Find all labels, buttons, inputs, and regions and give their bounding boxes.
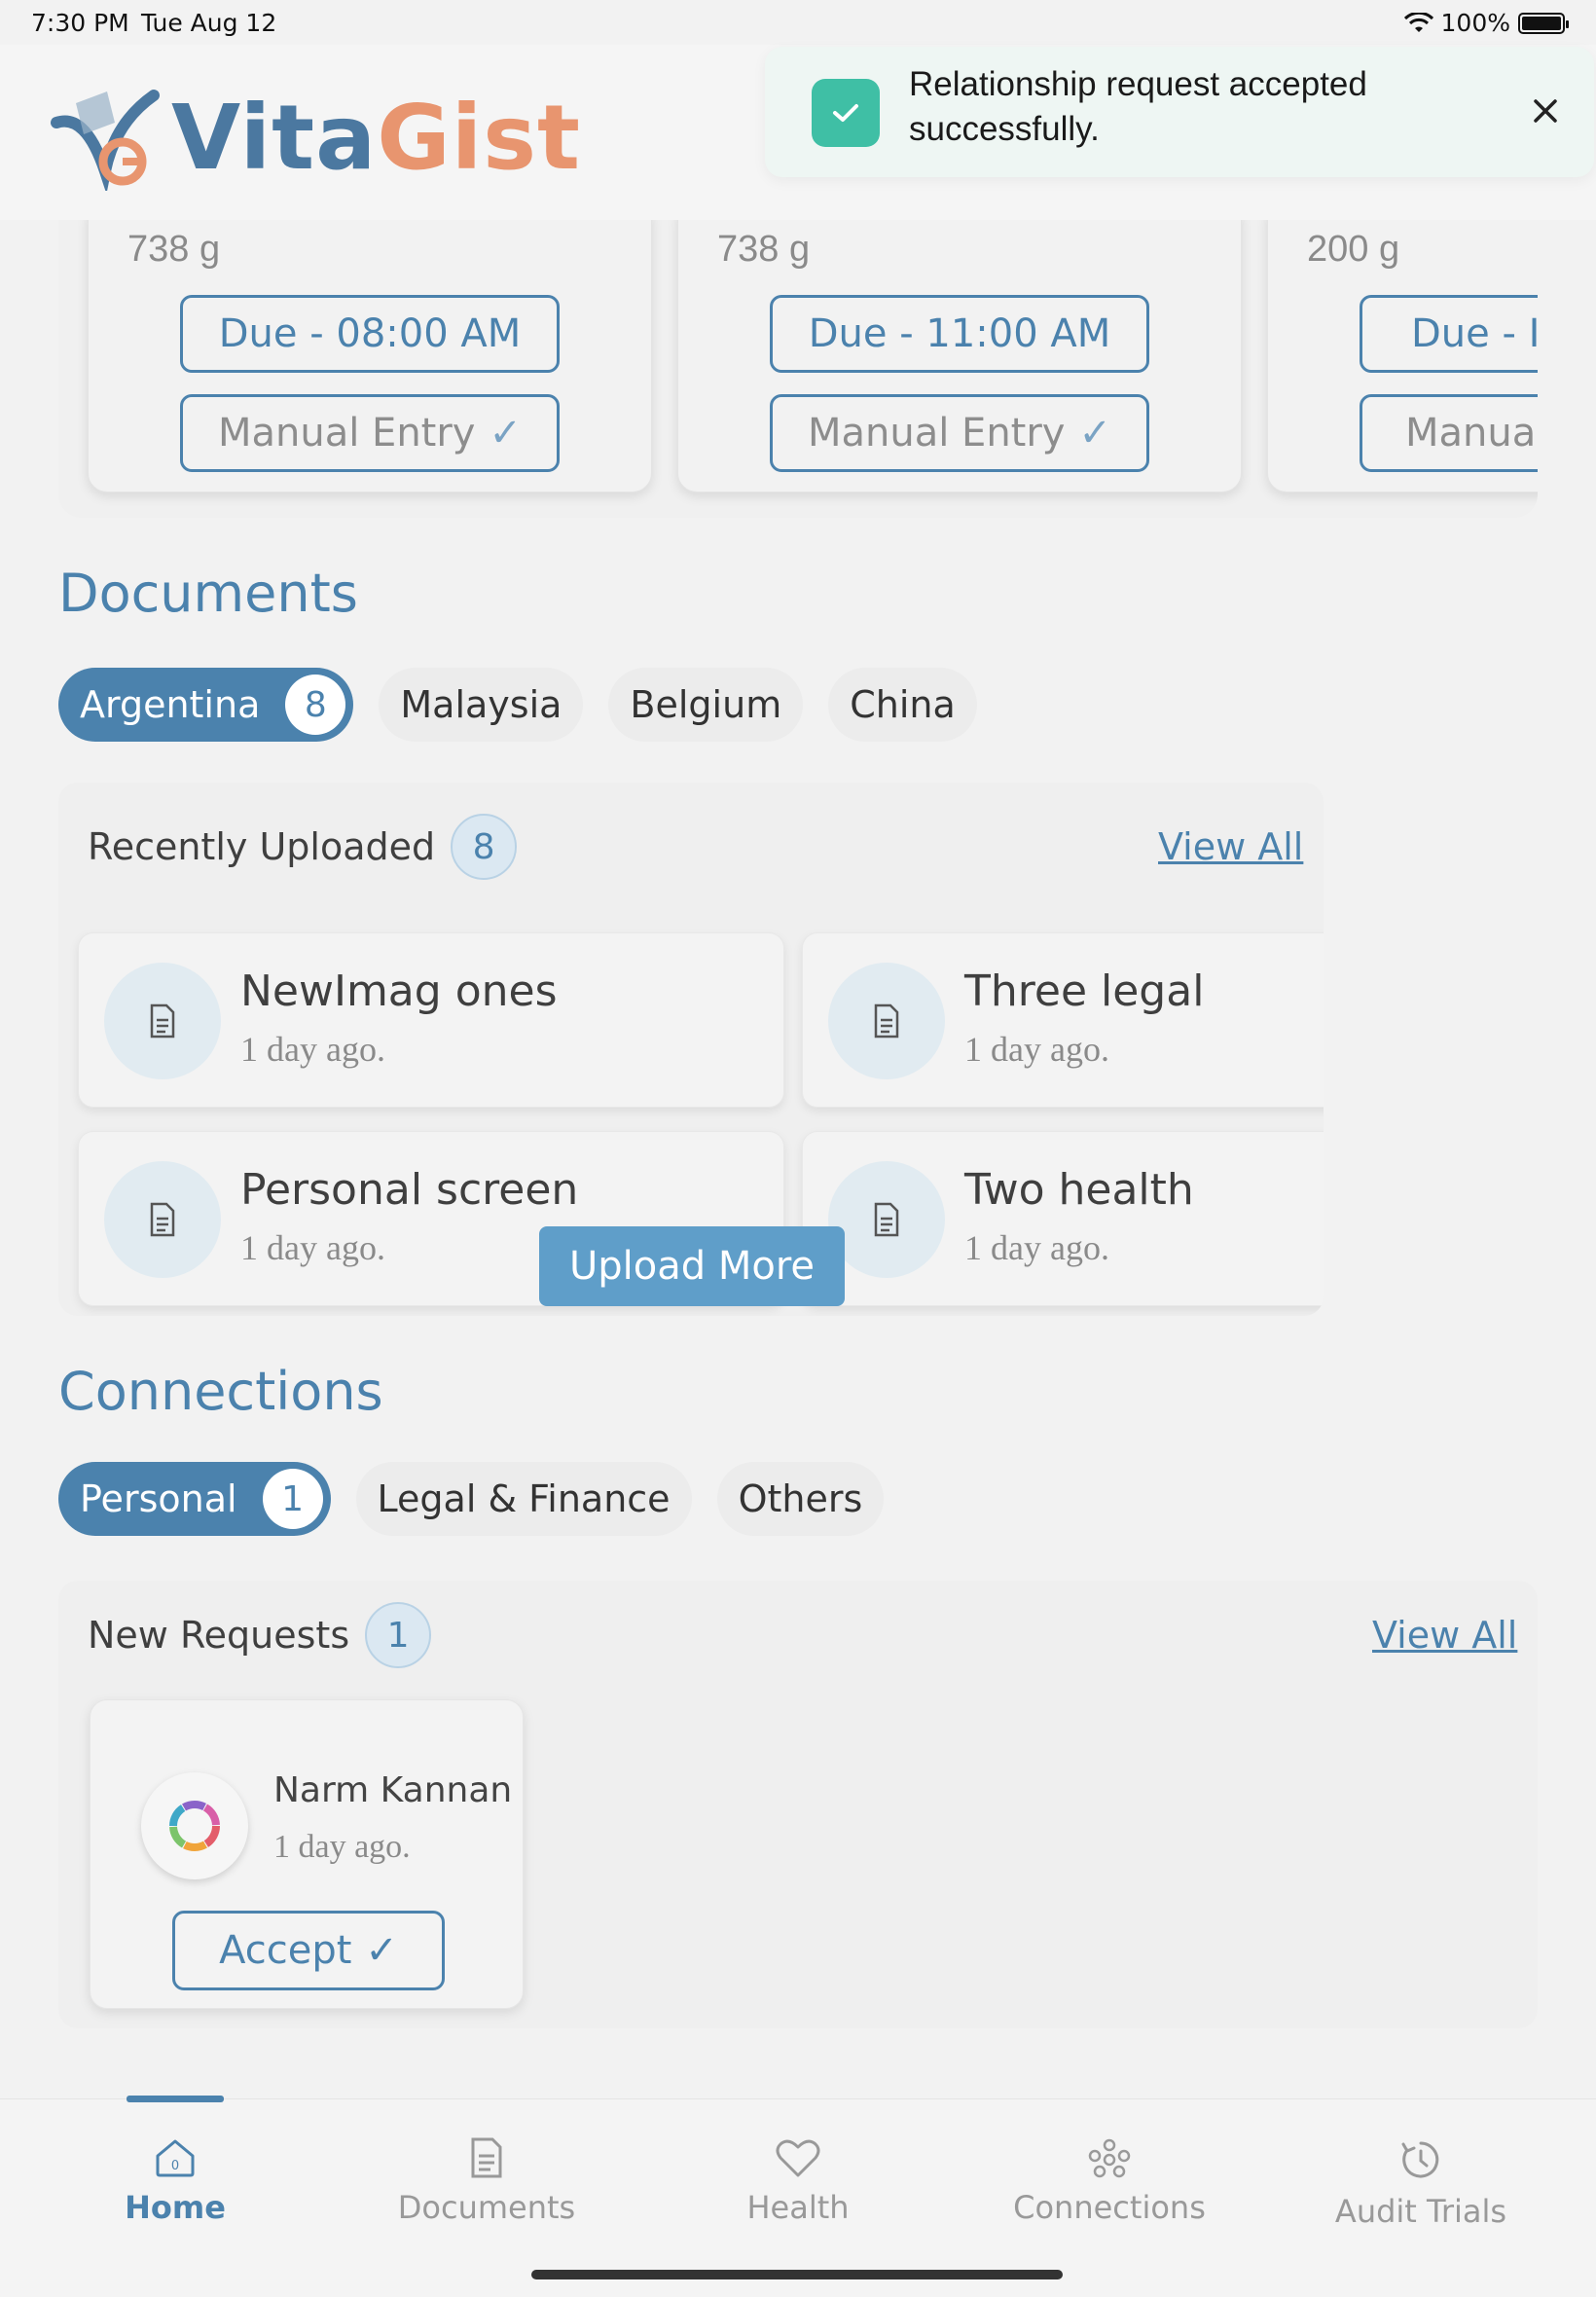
tab-belgium[interactable]: Belgium: [608, 668, 804, 742]
tab-china[interactable]: China: [828, 668, 977, 742]
tab-count: 8: [285, 675, 346, 735]
history-icon: [1401, 2141, 1439, 2178]
documents-view-all-link[interactable]: View All: [1158, 825, 1303, 868]
due-button[interactable]: Due - 11:00 AM: [770, 295, 1149, 373]
schedule-card: 738 g Due - 11:00 AM Manual Entry ✓: [677, 220, 1242, 492]
document-name: Three legal: [964, 966, 1205, 1016]
document-time: 1 day ago.: [240, 1228, 385, 1267]
bottom-tab-bar: 0 Home Documents Health Connections Audi…: [0, 2096, 1596, 2297]
tab-malaysia[interactable]: Malaysia: [379, 668, 584, 742]
document-icon: [828, 1161, 945, 1278]
status-time: 7:30 PM: [31, 9, 129, 37]
manual-entry-label: Manual: [1405, 411, 1538, 456]
battery-percent: 100%: [1440, 9, 1510, 37]
toast-message: Relationship request accepted successful…: [909, 65, 1367, 148]
documents-country-tabs: Argentina 8 Malaysia Belgium China: [58, 668, 977, 742]
connection-request-card: Narm Kannan 1 day ago. Accept ✓: [90, 1699, 524, 2009]
tab-others[interactable]: Others: [716, 1462, 885, 1536]
tab-connections[interactable]: Connections: [954, 2136, 1265, 2226]
schedule-weight: 738 g: [127, 229, 221, 270]
checkmark-icon: ✓: [365, 1928, 398, 1973]
due-button[interactable]: Due - I: [1360, 295, 1538, 373]
schedule-card: 200 g Due - I Manual: [1267, 220, 1538, 492]
recent-count-badge: 8: [451, 814, 518, 880]
wifi-icon: [1403, 12, 1433, 32]
requests-label: New Requests: [88, 1614, 350, 1657]
status-date: Tue Aug 12: [141, 9, 277, 37]
document-icon: [828, 963, 945, 1079]
manual-entry-button[interactable]: Manual Entry ✓: [180, 394, 560, 472]
tab-home[interactable]: 0 Home: [19, 2136, 331, 2226]
connections-tabs: Personal 1 Legal & Finance Others: [58, 1462, 885, 1536]
tab-label: Health: [746, 2189, 850, 2226]
brand-name: VitaGist: [171, 85, 581, 190]
battery-icon: [1518, 12, 1569, 34]
tab-label: Connections: [1013, 2189, 1206, 2226]
upload-more-button[interactable]: Upload More: [539, 1226, 845, 1306]
manual-entry-label: Manual Entry: [217, 411, 476, 456]
requests-header: New Requests 1: [88, 1602, 432, 1668]
document-icon: [104, 1161, 221, 1278]
check-icon: [812, 79, 880, 147]
accept-label: Accept: [219, 1928, 352, 1973]
schedule-weight: 200 g: [1307, 229, 1400, 270]
main-content: 738 g Due - 08:00 AM Manual Entry ✓ 738 …: [0, 220, 1596, 2098]
aperture-icon: [169, 1801, 220, 1851]
tab-label: Home: [125, 2189, 226, 2226]
tab-audit-trials[interactable]: Audit Trials: [1265, 2136, 1577, 2230]
document-name: Personal screen: [240, 1165, 579, 1215]
vitagist-logo-mark-icon: [51, 90, 160, 191]
home-icon: 0: [156, 2139, 195, 2177]
manual-entry-button[interactable]: Manual: [1360, 394, 1538, 472]
success-toast: Relationship request accepted successful…: [765, 47, 1594, 177]
document-item[interactable]: NewImag ones 1 day ago.: [78, 932, 784, 1108]
tab-label: Argentina: [80, 683, 261, 726]
tab-legal-finance[interactable]: Legal & Finance: [355, 1462, 692, 1536]
close-icon[interactable]: [1524, 90, 1567, 132]
vitagist-logo: VitaGist: [47, 84, 581, 191]
document-name: Two health: [964, 1165, 1194, 1215]
document-icon: [104, 963, 221, 1079]
checkmark-icon: ✓: [1078, 411, 1111, 456]
schedule-weight: 738 g: [717, 229, 811, 270]
request-time: 1 day ago.: [273, 1829, 411, 1865]
requests-count-badge: 1: [365, 1602, 432, 1668]
connections-title: Connections: [58, 1361, 383, 1422]
schedule-card: 738 g Due - 08:00 AM Manual Entry ✓: [88, 220, 652, 492]
requester-name: Narm Kannan: [273, 1770, 513, 1810]
avatar: [141, 1772, 248, 1879]
manual-entry-button[interactable]: Manual Entry ✓: [770, 394, 1149, 472]
heart-icon: [776, 2139, 820, 2177]
document-name: NewImag ones: [240, 966, 558, 1016]
accept-button[interactable]: Accept ✓: [172, 1911, 445, 1990]
document-time: 1 day ago.: [240, 1030, 385, 1069]
active-tab-indicator: [127, 2096, 224, 2102]
recent-header: Recently Uploaded 8: [88, 814, 518, 880]
document-item[interactable]: Three legal 1 day ago.: [802, 932, 1324, 1108]
tab-personal[interactable]: Personal 1: [58, 1462, 331, 1536]
tab-count: 1: [262, 1469, 323, 1529]
checkmark-icon: ✓: [489, 411, 522, 456]
tab-label: Personal: [80, 1477, 237, 1520]
tab-health[interactable]: Health: [642, 2136, 954, 2226]
document-time: 1 day ago.: [964, 1228, 1109, 1267]
tab-documents[interactable]: Documents: [331, 2136, 642, 2226]
schedule-strip[interactable]: 738 g Due - 08:00 AM Manual Entry ✓ 738 …: [58, 220, 1538, 518]
connections-view-all-link[interactable]: View All: [1372, 1614, 1517, 1657]
documents-title: Documents: [58, 563, 358, 624]
tab-label: Documents: [397, 2189, 576, 2226]
recent-label: Recently Uploaded: [88, 825, 436, 868]
status-right: 100%: [1403, 9, 1569, 37]
document-time: 1 day ago.: [964, 1030, 1109, 1069]
svg-text:0: 0: [171, 2159, 179, 2173]
document-item[interactable]: Two health 1 day ago.: [802, 1131, 1324, 1306]
home-indicator: [531, 2270, 1063, 2279]
tab-label: Audit Trials: [1334, 2193, 1507, 2230]
document-icon: [471, 2137, 502, 2178]
tab-argentina[interactable]: Argentina 8: [58, 668, 354, 742]
connections-icon: [1088, 2138, 1131, 2178]
manual-entry-label: Manual Entry: [807, 411, 1066, 456]
status-bar: 7:30 PM Tue Aug 12 100%: [0, 0, 1596, 45]
due-button[interactable]: Due - 08:00 AM: [180, 295, 560, 373]
